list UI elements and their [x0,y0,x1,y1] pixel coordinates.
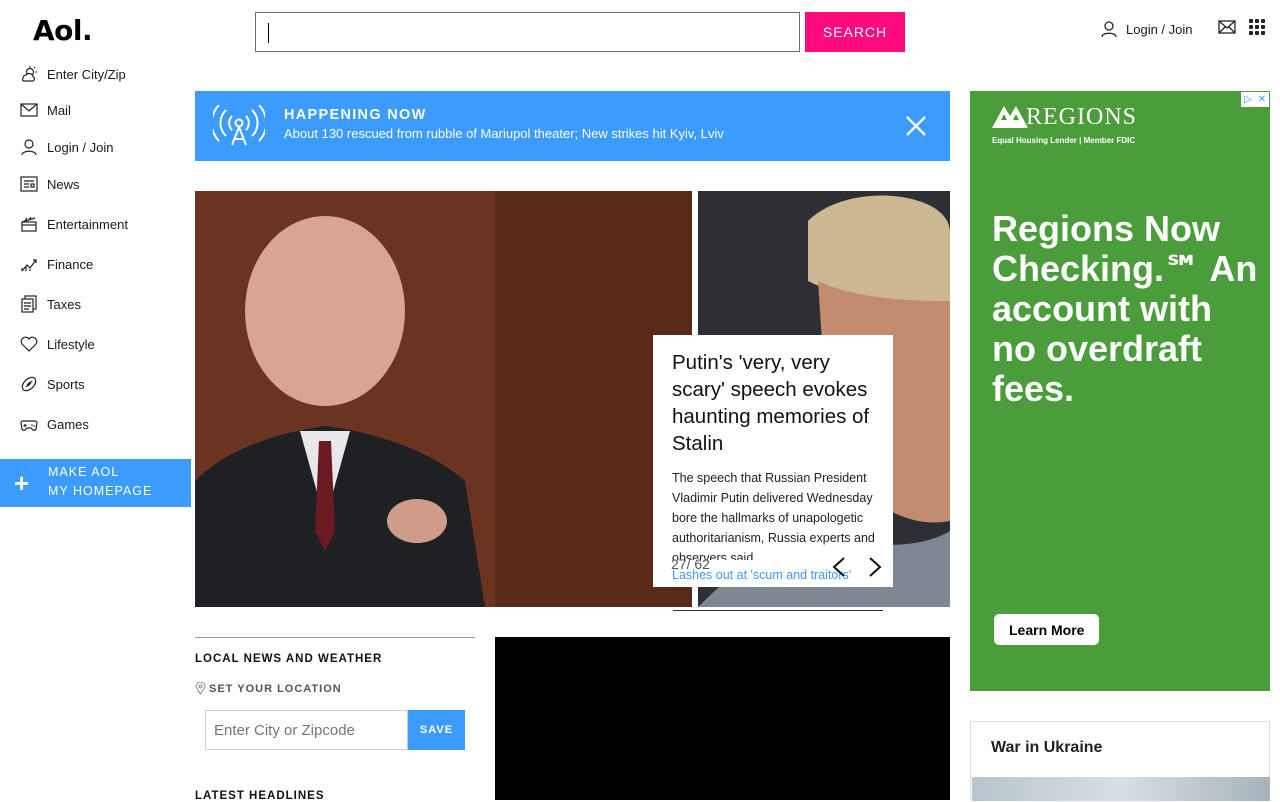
sidebar-item-login[interactable]: Login / Join [20,138,114,156]
set-location-label[interactable]: SET YOUR LOCATION [195,682,342,695]
login-join-link[interactable]: Login / Join [1100,19,1193,39]
ad-brand: REGIONS [1026,104,1138,130]
ad-close-icon[interactable]: ✕ [1255,92,1269,107]
make-home-line2: MY HOMEPAGE [48,484,153,498]
ad-tagline: Equal Housing Lender | Member FDIC [992,136,1136,145]
carousel-divider [673,610,883,611]
document-icon [21,295,37,313]
chevron-left-icon[interactable] [830,556,848,578]
sidebar-item-label: Mail [47,102,71,118]
save-location-button[interactable]: SAVE [408,710,465,750]
user-icon [1101,21,1117,38]
hero-headline[interactable]: Putin's 'very, very scary' speech evokes… [672,349,877,457]
carousel-counter: 27/ 62 [671,556,710,572]
happening-now-banner[interactable]: HAPPENING NOW About 130 rescued from rub… [195,91,950,161]
ad-headline: Regions Now Checking.℠ An account with n… [992,208,1258,409]
war-in-ukraine-module[interactable]: War in Ukraine [970,721,1270,801]
set-location-text: SET YOUR LOCATION [209,682,342,695]
banner-title: HAPPENING NOW [284,107,427,123]
text-caret [268,23,269,43]
regions-logo-icon [992,106,1028,128]
video-player[interactable] [495,637,950,800]
sidebar-item-games[interactable]: Games [20,415,89,433]
local-news-title: LOCAL NEWS AND WEATHER [195,653,383,665]
plus-icon: + [14,468,30,498]
make-home-line1: MAKE AOL [48,465,120,479]
sidebar-item-weather[interactable]: Enter City/Zip [20,65,126,83]
mail-icon [20,103,38,117]
gamepad-icon [20,420,38,431]
banner-headline[interactable]: About 130 rescued from rubble of Mariupo… [284,126,724,141]
sidebar-item-sports[interactable]: Sports [20,375,85,393]
sidebar-item-taxes[interactable]: Taxes [20,295,81,313]
sidebar-item-label: Sports [47,376,85,392]
make-aol-homepage-button[interactable]: + MAKE AOL MY HOMEPAGE [0,459,191,507]
sidebar-item-label: Taxes [47,296,81,312]
sidebar-item-label: News [47,176,80,192]
hero-summary: The speech that Russian President Vladim… [672,471,875,560]
sidebar-item-label: Lifestyle [47,336,95,352]
sidebar-item-label: Login / Join [47,139,114,155]
hero-image[interactable] [195,191,692,607]
heart-icon [20,336,38,352]
city-zip-input[interactable] [205,710,408,750]
speaker-photo [195,191,692,607]
war-module-title: War in Ukraine [991,739,1103,756]
close-icon[interactable] [905,115,927,137]
location-pin-icon [195,682,206,695]
ad-learn-more-button[interactable]: Learn More [994,614,1100,645]
login-join-label: Login / Join [1126,21,1193,37]
user-icon [21,139,37,156]
search-input[interactable] [256,13,799,51]
sidebar-item-finance[interactable]: Finance [20,255,93,273]
news-icon [20,176,38,192]
latest-headlines-title: LATEST HEADLINES [195,790,325,802]
sidebar-item-label: Entertainment [47,216,128,232]
regions-ad[interactable]: REGIONS Equal Housing Lender | Member FD… [970,91,1270,691]
sidebar-item-news[interactable]: News [20,175,80,193]
sidebar-item-label: Games [47,416,89,432]
broadcast-icon [213,105,265,146]
weather-icon [21,66,37,82]
mail-icon[interactable] [1218,20,1236,39]
clapperboard-icon [21,216,37,232]
ad-info-icon[interactable]: ▷ [1241,92,1255,107]
sidebar-item-label: Finance [47,256,94,272]
aol-logo[interactable]: Aol. [33,14,93,47]
ad-choices[interactable]: ▷ ✕ [1241,92,1269,107]
sidebar-item-entertainment[interactable]: Entertainment [20,215,128,233]
hero-story-card[interactable]: Putin's 'very, very scary' speech evokes… [653,335,893,587]
chart-icon [21,259,37,272]
war-module-image[interactable] [972,777,1270,801]
sidebar-item-mail[interactable]: Mail [20,101,71,119]
apps-grid-icon[interactable] [1249,19,1265,35]
sidebar-item-lifestyle[interactable]: Lifestyle [20,335,95,353]
football-icon [21,376,37,392]
search-input-wrapper[interactable] [255,12,800,52]
divider [195,637,475,638]
search-button[interactable]: SEARCH [805,12,905,52]
chevron-right-icon[interactable] [866,556,884,578]
sidebar-item-label: Enter City/Zip [47,66,126,82]
